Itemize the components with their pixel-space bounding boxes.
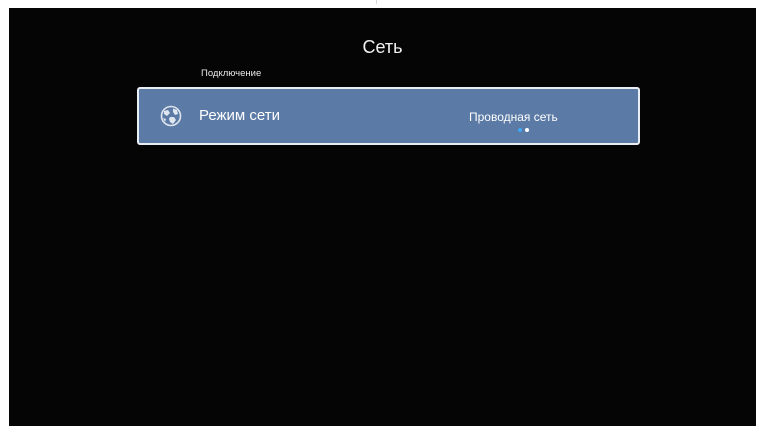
globe-network-icon [160,105,182,127]
network-mode-value[interactable]: Проводная сеть [469,110,558,124]
network-mode-row[interactable]: Режим сети Проводная сеть [137,87,640,145]
top-edge-marker [376,0,377,4]
option-page-indicator [518,128,532,132]
section-label-connection: Подключение [201,68,262,79]
option-dot-active [518,128,522,132]
network-mode-label: Режим сети [199,107,281,124]
option-dot-inactive [525,128,529,132]
page-title: Сеть [362,37,403,57]
tv-screen: Сеть Подключение Режим сети Проводная се… [9,8,756,426]
